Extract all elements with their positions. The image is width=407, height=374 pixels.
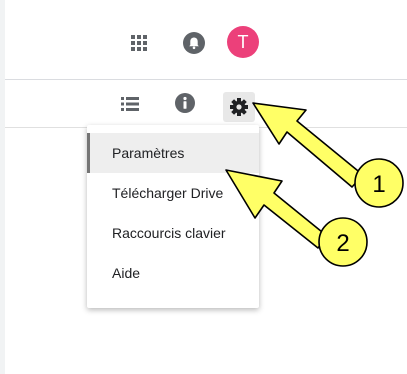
- callout-arrow-2: 2: [225, 169, 368, 267]
- callout-number-1: 1: [372, 171, 385, 198]
- screen: T Paramètres Télécharger Drive Raccourci…: [0, 0, 407, 374]
- callout-number-2: 2: [336, 230, 349, 257]
- annotation-overlay: 1 2: [225, 102, 404, 267]
